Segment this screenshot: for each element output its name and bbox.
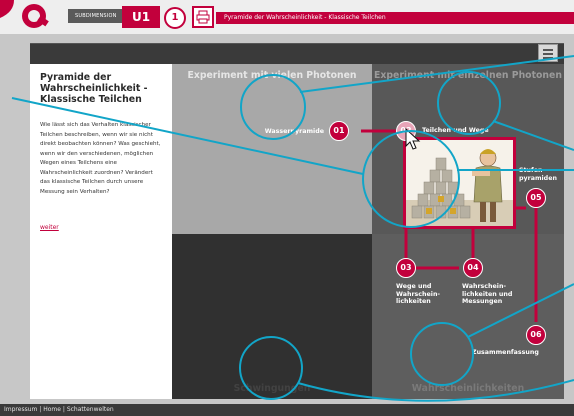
node-02-label: Teilchen und Wege [422, 127, 489, 134]
node-05-label: Stufen-pyramiden [519, 167, 557, 182]
footer-separator: | [62, 406, 65, 413]
mouse-cursor-icon [405, 128, 421, 150]
node-03-label: Wege und Wahrschein-lichkeiten [396, 283, 441, 305]
footer-link-home[interactable]: Home [43, 406, 61, 413]
node-01-label: Wasserpyramide [264, 128, 324, 135]
footer-link-schattenwelten[interactable]: Schattenwelten [67, 406, 114, 413]
footer: Impressum | Home | Schattenwelten [0, 404, 574, 416]
node-03[interactable]: 03 [396, 258, 416, 278]
node-04[interactable]: 04 [463, 258, 483, 278]
node-01[interactable]: 01 [329, 121, 349, 141]
water-pyramid-illustration [406, 140, 513, 226]
node-06[interactable]: 06 [526, 325, 546, 345]
node-04-label: Wahrschein-lichkeiten und Messungen [462, 283, 513, 305]
footer-link-impressum[interactable]: Impressum [4, 406, 37, 413]
node-06-label: Zusammenfassung [472, 349, 539, 356]
node-05[interactable]: 05 [526, 188, 546, 208]
footer-separator: | [39, 406, 42, 413]
